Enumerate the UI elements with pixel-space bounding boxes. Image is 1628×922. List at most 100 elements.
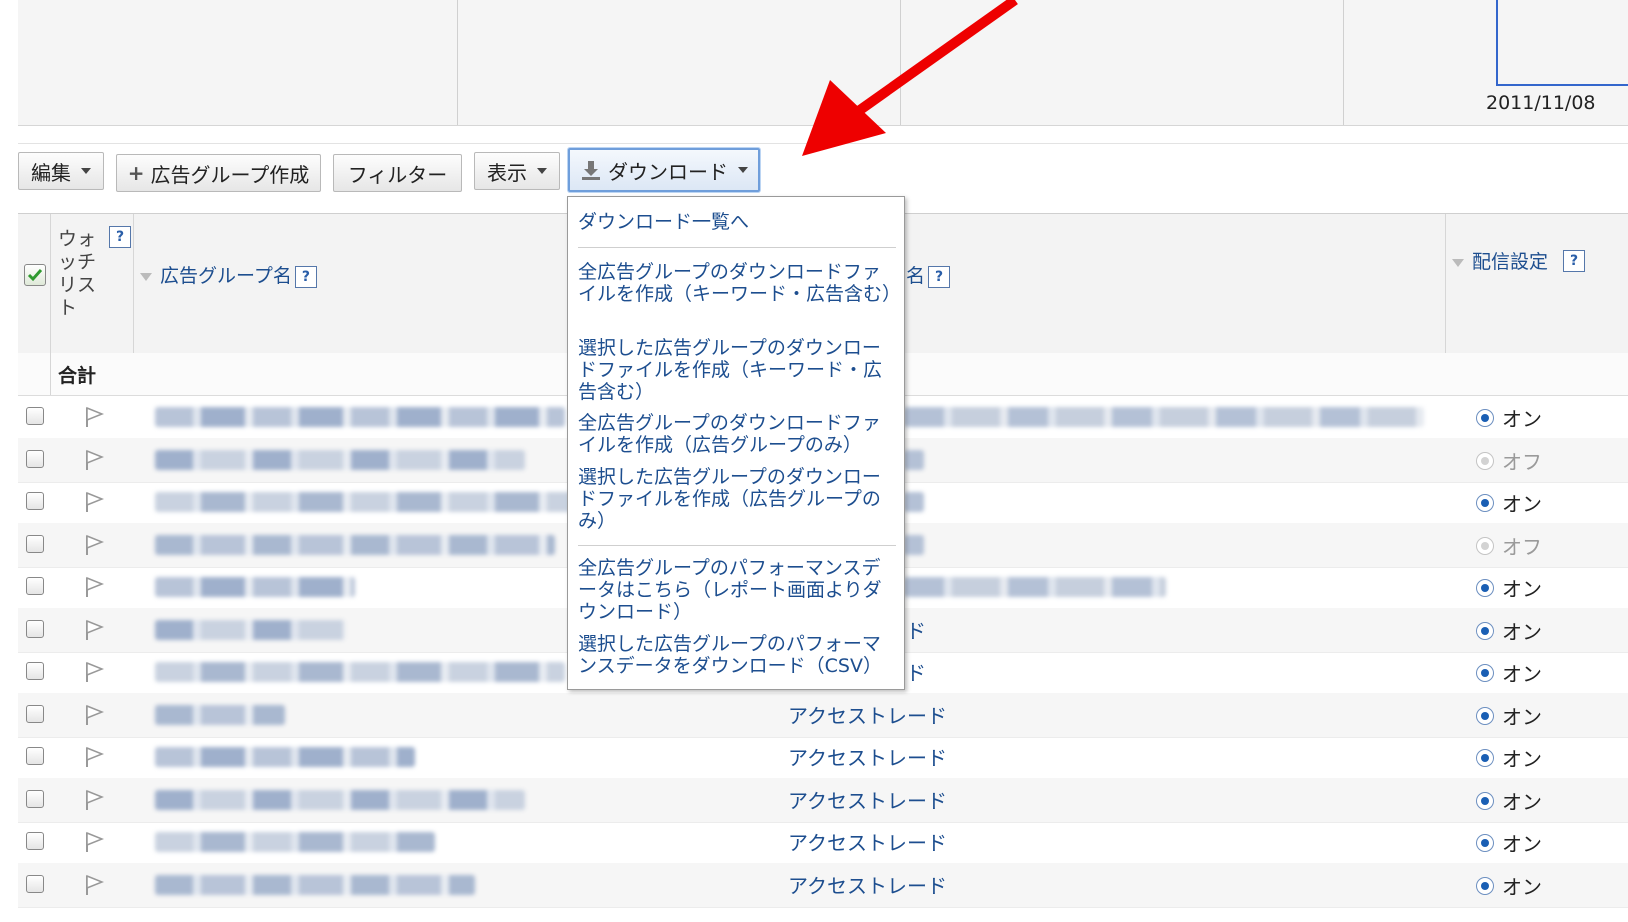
status-radio[interactable] <box>1476 664 1494 682</box>
ad-group-name-blurred[interactable] <box>155 407 565 427</box>
campaign-name-link[interactable]: アクセストレード <box>788 870 947 899</box>
menu-item-all-performance[interactable]: 全広告グループのパフォーマンスデータはこちら（レポート画面よりダウンロード） <box>578 557 893 623</box>
campaign-name-link[interactable]: アクセストレード <box>788 742 947 771</box>
flag-icon[interactable] <box>82 703 106 727</box>
campaign-name-blurred[interactable] <box>904 534 924 555</box>
help-icon[interactable]: ? <box>109 226 131 248</box>
row-checkbox[interactable] <box>26 407 44 425</box>
status-radio[interactable] <box>1476 451 1494 470</box>
campaign-name-blurred[interactable] <box>904 492 924 512</box>
flag-icon[interactable] <box>82 873 106 897</box>
chevron-down-icon <box>537 168 547 174</box>
flag-icon[interactable] <box>82 575 106 599</box>
download-menu: ダウンロード一覧へ 全広告グループのダウンロードファイルを作成（キーワード・広告… <box>567 196 905 690</box>
status-label: オン <box>1502 492 1542 516</box>
flag-icon[interactable] <box>82 660 106 684</box>
filter-button[interactable]: フィルター <box>333 154 462 192</box>
radio-dot <box>1481 711 1489 720</box>
chevron-down-icon <box>738 167 748 173</box>
select-all-checkbox[interactable] <box>24 264 46 286</box>
ad-group-name-blurred[interactable] <box>155 704 285 725</box>
campaign-name-link[interactable]: アクセストレード <box>788 700 947 729</box>
row-checkbox[interactable] <box>26 577 44 595</box>
row-checkbox[interactable] <box>26 534 44 553</box>
edit-button-label: 編集 <box>31 160 71 185</box>
flag-icon[interactable] <box>82 788 106 812</box>
chart-gridline <box>457 0 458 125</box>
status-radio[interactable] <box>1476 409 1494 427</box>
row-checkbox[interactable] <box>26 874 44 893</box>
menu-item-selected-performance-csv[interactable]: 選択した広告グループのパフォーマンスデータをダウンロード（CSV） <box>578 633 893 677</box>
campaign-name-header[interactable]: 名? <box>906 261 951 288</box>
table-row[interactable]: アクセストレード オン <box>18 735 1628 780</box>
menu-item-selected-groups-full[interactable]: 選択した広告グループのダウンロードファイルを作成（キーワード・広告含む） <box>578 337 893 403</box>
campaign-name-blurred[interactable] <box>904 577 1166 597</box>
row-checkbox[interactable] <box>26 662 44 680</box>
watchlist-header: ウォッチリスト <box>58 228 96 320</box>
campaign-name-link[interactable]: アクセストレード <box>788 827 947 856</box>
row-checkbox[interactable] <box>26 704 44 723</box>
status-label: オン <box>1502 407 1542 431</box>
row-checkbox[interactable] <box>26 449 44 468</box>
help-icon[interactable]: ? <box>294 265 317 288</box>
ad-group-name-blurred[interactable] <box>155 577 355 597</box>
row-checkbox[interactable] <box>26 832 44 850</box>
table-row[interactable]: アクセストレード オン <box>18 692 1628 738</box>
campaign-name-link[interactable]: ド <box>906 615 926 644</box>
status-label: オン <box>1502 619 1542 644</box>
filter-button-label: フィルター <box>347 162 448 187</box>
flag-icon[interactable] <box>82 533 106 557</box>
flag-icon[interactable] <box>82 448 106 472</box>
checkmark-icon <box>27 269 43 282</box>
ad-group-name-header[interactable]: 広告グループ名? <box>140 261 317 288</box>
ad-group-name-blurred[interactable] <box>155 789 525 810</box>
edit-button[interactable]: 編集 <box>18 152 104 190</box>
table-row[interactable]: アクセストレード オン <box>18 777 1628 823</box>
ad-group-name-blurred[interactable] <box>155 492 575 512</box>
campaign-name-blurred[interactable] <box>904 449 924 470</box>
flag-icon[interactable] <box>82 618 106 642</box>
status-radio[interactable] <box>1476 791 1494 810</box>
radio-dot <box>1481 881 1489 890</box>
menu-item-all-groups-full[interactable]: 全広告グループのダウンロードファイルを作成（キーワード・広告含む） <box>578 261 901 305</box>
display-button[interactable]: 表示 <box>474 152 560 190</box>
campaign-name-link[interactable]: アクセストレード <box>788 785 947 814</box>
row-checkbox[interactable] <box>26 492 44 510</box>
ad-group-name-blurred[interactable] <box>155 534 555 555</box>
table-row[interactable]: アクセストレード オン <box>18 862 1628 908</box>
help-icon[interactable]: ? <box>928 265 951 288</box>
status-radio[interactable] <box>1476 876 1494 895</box>
ad-group-name-header-label: 広告グループ名 <box>160 265 292 287</box>
download-button[interactable]: ダウンロード <box>568 148 760 192</box>
ad-group-name-blurred[interactable] <box>155 662 565 682</box>
delivery-setting-header[interactable]: 配信設定 <box>1452 250 1562 274</box>
menu-item-download-list[interactable]: ダウンロード一覧へ <box>578 211 893 233</box>
menu-divider <box>578 247 896 248</box>
help-icon[interactable]: ? <box>1563 250 1585 272</box>
status-radio[interactable] <box>1476 749 1494 767</box>
menu-item-selected-groups-only[interactable]: 選択した広告グループのダウンロードファイルを作成（広告グループのみ） <box>578 466 893 532</box>
row-checkbox[interactable] <box>26 789 44 808</box>
menu-item-all-groups-only[interactable]: 全広告グループのダウンロードファイルを作成（広告グループのみ） <box>578 412 893 456</box>
ad-group-name-blurred[interactable] <box>155 449 525 470</box>
flag-icon[interactable] <box>82 490 106 514</box>
ad-group-name-blurred[interactable] <box>155 747 415 767</box>
flag-icon[interactable] <box>82 745 106 769</box>
create-ad-group-button[interactable]: + 広告グループ作成 <box>116 154 321 192</box>
status-radio[interactable] <box>1476 579 1494 597</box>
campaign-name-blurred[interactable] <box>904 407 1424 427</box>
status-radio[interactable] <box>1476 834 1494 852</box>
status-radio[interactable] <box>1476 706 1494 725</box>
campaign-name-link[interactable]: ド <box>906 657 926 686</box>
flag-icon[interactable] <box>82 405 106 429</box>
status-radio[interactable] <box>1476 621 1494 640</box>
ad-group-name-blurred[interactable] <box>155 619 345 640</box>
ad-group-name-blurred[interactable] <box>155 874 475 895</box>
table-row[interactable]: アクセストレード オン <box>18 820 1628 865</box>
status-radio[interactable] <box>1476 494 1494 512</box>
status-radio[interactable] <box>1476 536 1494 555</box>
flag-icon[interactable] <box>82 830 106 854</box>
row-checkbox[interactable] <box>26 747 44 765</box>
ad-group-name-blurred[interactable] <box>155 832 435 852</box>
row-checkbox[interactable] <box>26 619 44 638</box>
